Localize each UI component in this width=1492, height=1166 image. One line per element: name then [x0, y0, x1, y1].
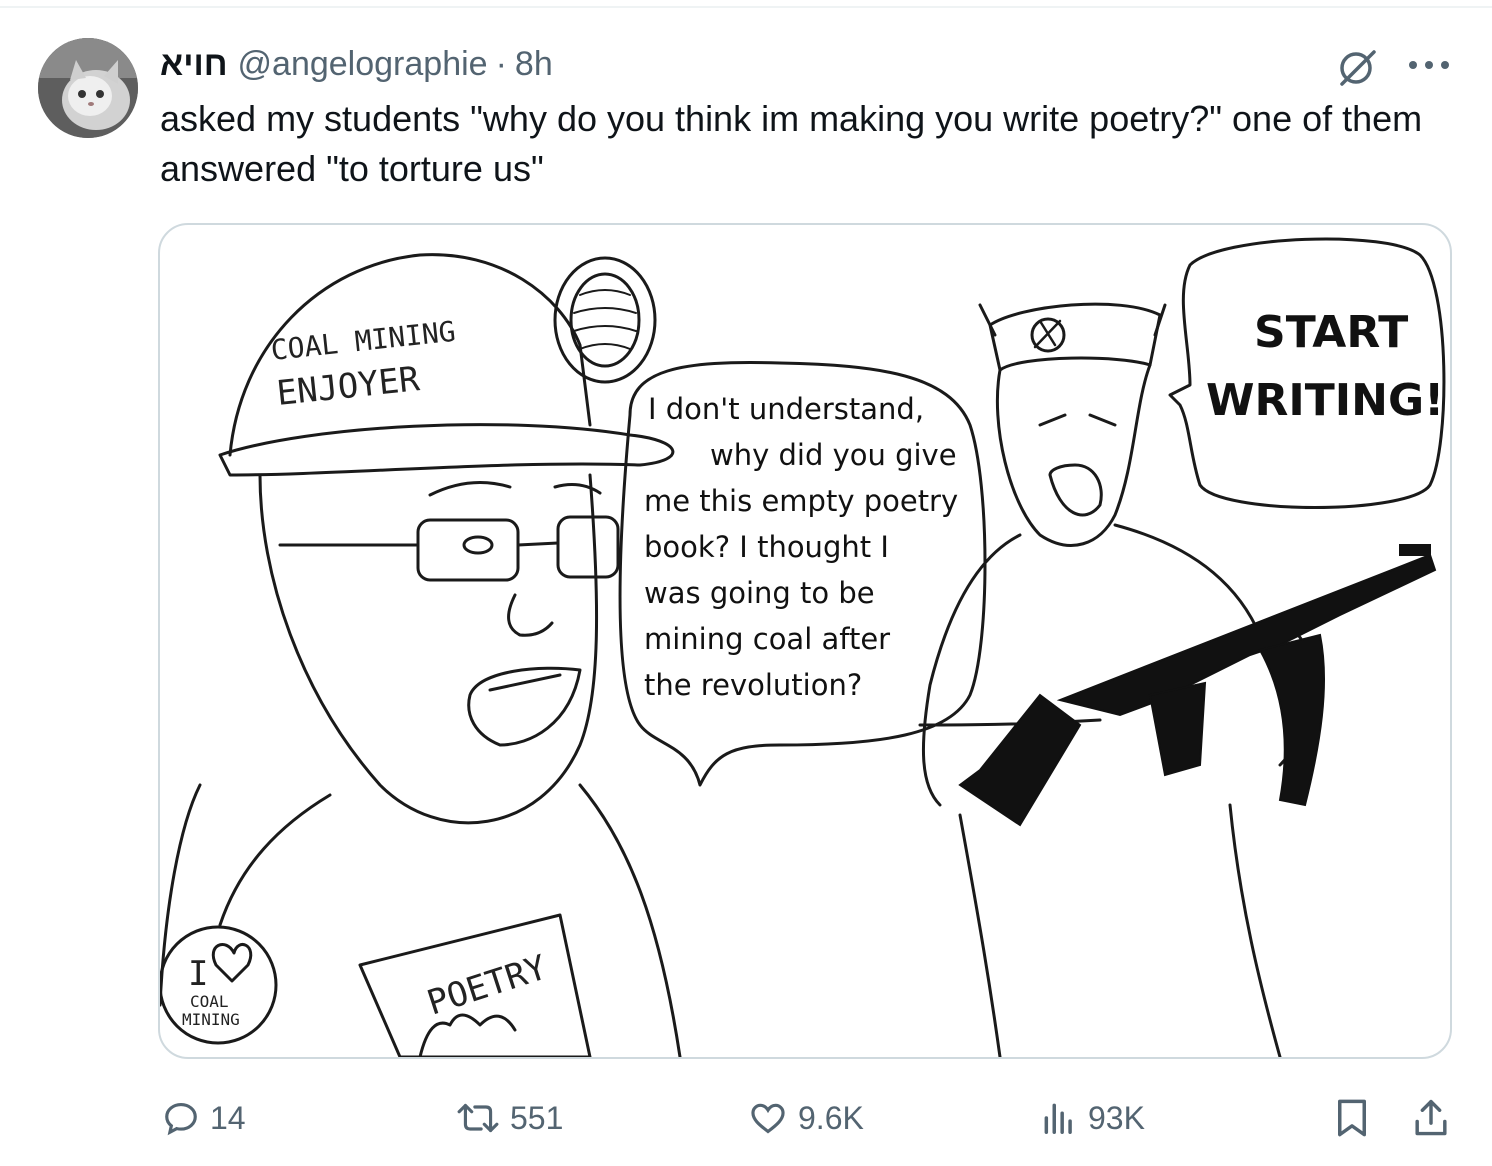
- comic-illustration: COAL MINING ENJOYER I don't understand, …: [160, 237, 1446, 1057]
- tweet-actions-bar: 14 551 9.6K 93K: [0, 1090, 1492, 1146]
- like-count: 9.6K: [798, 1099, 864, 1136]
- like-button[interactable]: 9.6K: [748, 1090, 864, 1146]
- avatar[interactable]: [38, 38, 138, 138]
- avatar-cat-image: [38, 38, 138, 138]
- bubble-right-line-1: START: [1254, 307, 1408, 358]
- badge-text-line2: COAL: [190, 992, 229, 1011]
- views-count: 93K: [1088, 1099, 1145, 1136]
- badge-text-line1: I: [188, 954, 208, 994]
- display-name[interactable]: חויא: [160, 45, 228, 84]
- tweet-header: חויא @angelographie · 8h: [160, 42, 553, 86]
- views-button[interactable]: 93K: [1040, 1090, 1145, 1146]
- tweet-text: asked my students "why do you think im m…: [160, 98, 1423, 189]
- retweet-button[interactable]: 551: [456, 1090, 563, 1146]
- bubble-left-line-3: me this empty poetry: [644, 484, 958, 518]
- retweet-count: 551: [510, 1099, 564, 1136]
- reply-icon: [165, 1102, 197, 1136]
- heart-icon: [751, 1103, 785, 1134]
- grok-icon[interactable]: [1334, 46, 1380, 88]
- bookmark-button[interactable]: [1334, 1090, 1370, 1146]
- bubble-left-line-5: was going to be: [644, 576, 875, 610]
- bubble-right-line-2: WRITING!: [1206, 375, 1444, 426]
- bookmark-icon: [1338, 1099, 1366, 1137]
- reply-count: 14: [210, 1099, 246, 1136]
- header-separator: ·: [495, 44, 507, 83]
- bubble-left-line-1: I don't understand,: [648, 392, 924, 426]
- tweet-media-image[interactable]: COAL MINING ENJOYER I don't understand, …: [158, 223, 1452, 1059]
- hat-text-line2: ENJOYER: [275, 359, 422, 414]
- book-text: POETRY: [422, 948, 551, 1024]
- user-handle[interactable]: @angelographie: [238, 45, 488, 84]
- top-divider: [0, 6, 1492, 8]
- more-icon[interactable]: [1406, 58, 1452, 72]
- reply-button[interactable]: 14: [162, 1090, 246, 1146]
- share-button[interactable]: [1412, 1090, 1450, 1146]
- bubble-left-line-7: the revolution?: [644, 668, 862, 702]
- views-icon: [1044, 1103, 1072, 1134]
- timestamp[interactable]: 8h: [515, 45, 553, 84]
- badge-text-line3: MINING: [182, 1010, 240, 1029]
- share-icon: [1415, 1099, 1447, 1136]
- bubble-left-line-6: mining coal after: [644, 622, 890, 656]
- bubble-left-line-2: why did you give: [710, 438, 957, 472]
- bubble-left-line-4: book? I thought I: [644, 530, 889, 564]
- hat-text-line1: COAL MINING: [269, 315, 457, 367]
- retweet-icon: [457, 1103, 499, 1133]
